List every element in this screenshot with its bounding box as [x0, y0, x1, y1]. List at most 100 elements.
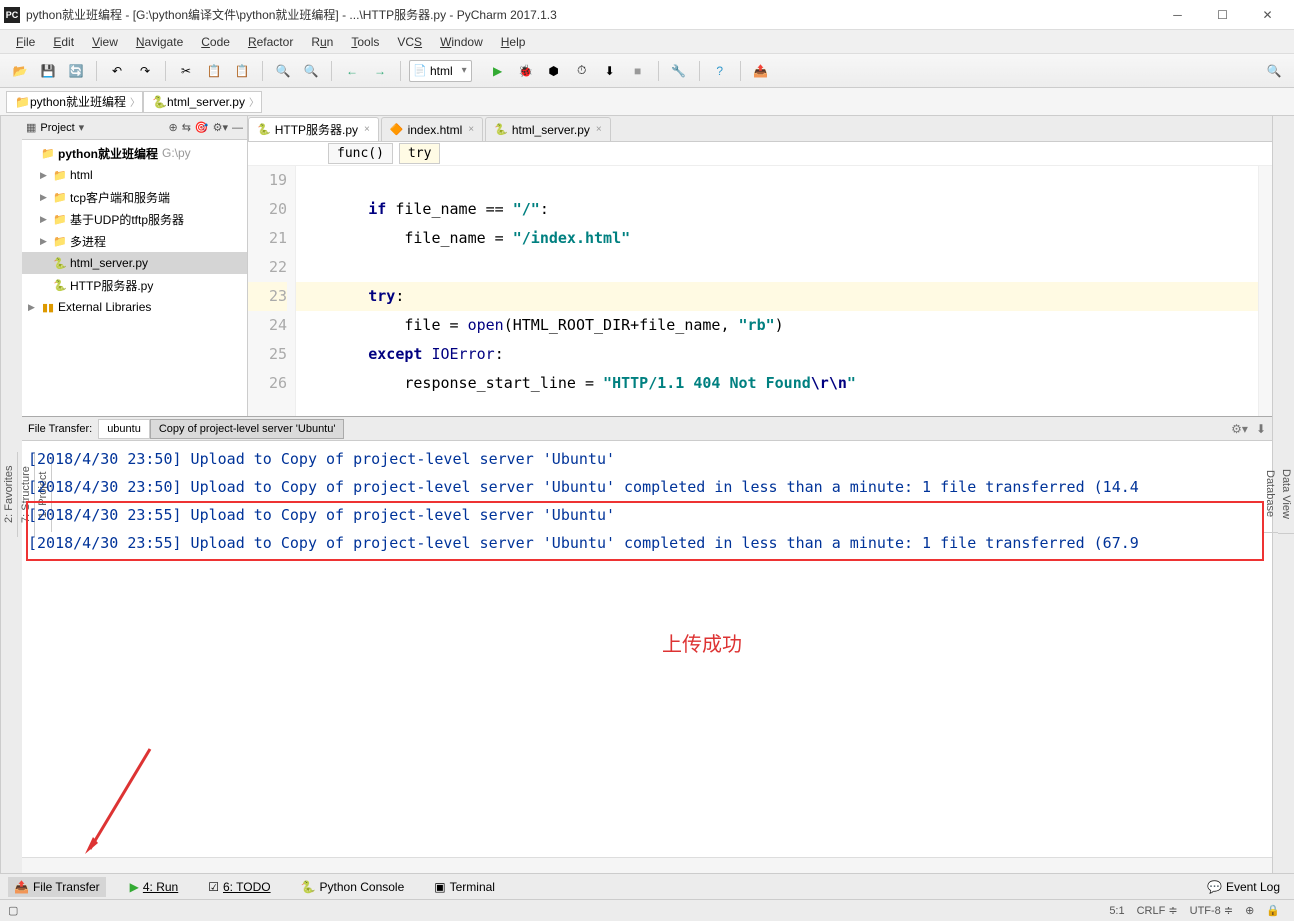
menu-tools[interactable]: Tools	[343, 32, 387, 52]
help-icon[interactable]: ?	[708, 59, 732, 83]
tree-folder[interactable]: ▶📁基于UDP的tftp服务器	[22, 208, 247, 230]
menu-view[interactable]: View	[84, 32, 126, 52]
breadcrumb-item[interactable]: 📁 python就业班编程	[6, 91, 143, 113]
file-transfer-subtab[interactable]: Copy of project-level server 'Ubuntu'	[150, 419, 345, 439]
line-separator[interactable]: CRLF ≑	[1131, 904, 1184, 917]
status-bar: ▢ 5:1 CRLF ≑ UTF-8 ≑ ⊕ 🔒	[0, 899, 1294, 921]
marker-bar	[1258, 166, 1272, 416]
profile-icon[interactable]: ⏱	[570, 59, 594, 83]
caret-position[interactable]: 5:1	[1103, 905, 1130, 917]
cut-icon[interactable]: ✂	[174, 59, 198, 83]
statusbar-box-icon[interactable]: ▢	[8, 904, 18, 917]
chevron-down-icon[interactable]: ▾	[79, 121, 85, 134]
close-icon[interactable]: ×	[596, 124, 602, 135]
menu-window[interactable]: Window	[432, 32, 491, 52]
close-icon[interactable]: ×	[364, 124, 370, 135]
tree-root[interactable]: 📁python就业班编程G:\py	[22, 142, 247, 164]
open-icon[interactable]: 📂	[8, 59, 32, 83]
lock-icon[interactable]: 🔒	[1260, 904, 1286, 917]
file-transfer-subtab[interactable]: ubuntu	[98, 419, 150, 439]
tooltab-event-log[interactable]: 💬 Event Log	[1201, 877, 1286, 897]
collapse-icon[interactable]: ⊕	[168, 121, 177, 134]
tree-external[interactable]: ▶▮▮External Libraries	[22, 296, 247, 318]
tooltab-file-transfer[interactable]: 📤 File Transfer	[8, 877, 106, 897]
settings-icon[interactable]: 🔧	[667, 59, 691, 83]
editor-tab[interactable]: 🐍HTTP服务器.py×	[248, 117, 379, 141]
back-icon[interactable]: ←	[340, 59, 364, 83]
separator	[400, 61, 401, 81]
forward-icon[interactable]: →	[368, 59, 392, 83]
coverage-icon[interactable]: ⬢	[542, 59, 566, 83]
right-tool-strip: Data View Database	[1272, 116, 1294, 873]
minimize-button[interactable]: ─	[1155, 1, 1200, 29]
annotation-arrow	[80, 739, 160, 857]
tooltab-terminal[interactable]: ▣ Terminal	[428, 877, 501, 897]
close-button[interactable]: ✕	[1245, 1, 1290, 29]
insert-mode-icon[interactable]: ⊕	[1239, 904, 1260, 917]
menu-navigate[interactable]: Navigate	[128, 32, 191, 52]
attach-icon[interactable]: ⬇	[598, 59, 622, 83]
close-icon[interactable]: ×	[468, 124, 474, 135]
menu-edit[interactable]: Edit	[45, 32, 82, 52]
gear-icon[interactable]: ⚙▾	[1231, 422, 1248, 436]
redo-icon[interactable]: ↷	[133, 59, 157, 83]
tree-folder[interactable]: ▶📁tcp客户端和服务端	[22, 186, 247, 208]
paste-icon[interactable]: 📋	[230, 59, 254, 83]
separator	[658, 61, 659, 81]
tooltab-python-console[interactable]: 🐍 Python Console	[295, 877, 411, 897]
separator	[262, 61, 263, 81]
code-crumb[interactable]: try	[399, 143, 440, 164]
menu-vcs[interactable]: VCS	[389, 32, 430, 52]
tree-folder[interactable]: ▶📁多进程	[22, 230, 247, 252]
sync-icon[interactable]: 🔄	[64, 59, 88, 83]
undo-icon[interactable]: ↶	[105, 59, 129, 83]
navigation-bar: 📁 python就业班编程 🐍 html_server.py	[0, 88, 1294, 116]
sidetab-favorites[interactable]: 2: Favorites	[1, 452, 18, 537]
menu-refactor[interactable]: Refactor	[240, 32, 301, 52]
menu-help[interactable]: Help	[493, 32, 534, 52]
editor-tab[interactable]: 🐍html_server.py×	[485, 117, 611, 141]
menu-run[interactable]: Run	[303, 32, 341, 52]
app-icon: PC	[4, 7, 20, 23]
expand-icon[interactable]: ⇆	[182, 121, 191, 134]
project-tree[interactable]: 📁python就业班编程G:\py ▶📁html ▶📁tcp客户端和服务端 ▶📁…	[22, 140, 247, 416]
log-line: [2018/4/30 23:55] Upload to Copy of proj…	[28, 501, 1266, 529]
copy-icon[interactable]: 📋	[202, 59, 226, 83]
breadcrumb-item[interactable]: 🐍 html_server.py	[143, 91, 262, 113]
find-icon[interactable]: 🔍	[271, 59, 295, 83]
tool-window-bar: 📤 File Transfer ▶ 4: Run ☑ 6: TODO 🐍 Pyt…	[0, 873, 1294, 899]
locate-icon[interactable]: 🎯	[195, 121, 209, 134]
project-panel: ▦ Project ▾ ⊕ ⇆ 🎯 ⚙▾ — 📁python就业班编程G:\py…	[22, 116, 248, 416]
run-config-combo[interactable]: html	[409, 60, 472, 82]
code-crumb[interactable]: func()	[328, 143, 393, 164]
menu-file[interactable]: File	[8, 32, 43, 52]
editor-tab[interactable]: 🔶index.html×	[381, 117, 483, 141]
run-icon[interactable]: ▶	[486, 59, 510, 83]
file-transfer-log[interactable]: [2018/4/30 23:50] Upload to Copy of proj…	[22, 441, 1272, 857]
scrollbar[interactable]	[22, 857, 1272, 873]
gear-icon[interactable]: ⚙▾	[213, 121, 228, 134]
file-encoding[interactable]: UTF-8 ≑	[1184, 904, 1239, 917]
maximize-button[interactable]: ☐	[1200, 1, 1245, 29]
project-header-label[interactable]: Project	[40, 122, 74, 134]
code-editor[interactable]: 1920212223242526 if file_name == "/": fi…	[248, 166, 1272, 416]
content-column: ▦ Project ▾ ⊕ ⇆ 🎯 ⚙▾ — 📁python就业班编程G:\py…	[22, 116, 1272, 873]
download-icon[interactable]: ⬇	[1256, 422, 1266, 436]
deploy-icon[interactable]: 📤	[749, 59, 773, 83]
tooltab-run[interactable]: ▶ 4: Run	[124, 877, 185, 897]
stop-icon[interactable]: ■	[626, 59, 650, 83]
debug-icon[interactable]: 🐞	[514, 59, 538, 83]
window-title: python就业班编程 - [G:\python编译文件\python就业班编程…	[26, 6, 1155, 23]
search-everywhere-icon[interactable]: 🔍	[1262, 59, 1286, 83]
save-icon[interactable]: 💾	[36, 59, 60, 83]
menu-code[interactable]: Code	[193, 32, 238, 52]
tree-folder[interactable]: ▶📁html	[22, 164, 247, 186]
sidetab-dataview[interactable]: Data View	[1278, 455, 1294, 534]
separator	[165, 61, 166, 81]
tooltab-todo[interactable]: ☑ 6: TODO	[202, 877, 276, 897]
hide-icon[interactable]: —	[232, 122, 243, 134]
replace-icon[interactable]: 🔍	[299, 59, 323, 83]
project-view-icon[interactable]: ▦	[26, 121, 36, 134]
tree-file[interactable]: 🐍html_server.py	[22, 252, 247, 274]
tree-file[interactable]: 🐍HTTP服务器.py	[22, 274, 247, 296]
